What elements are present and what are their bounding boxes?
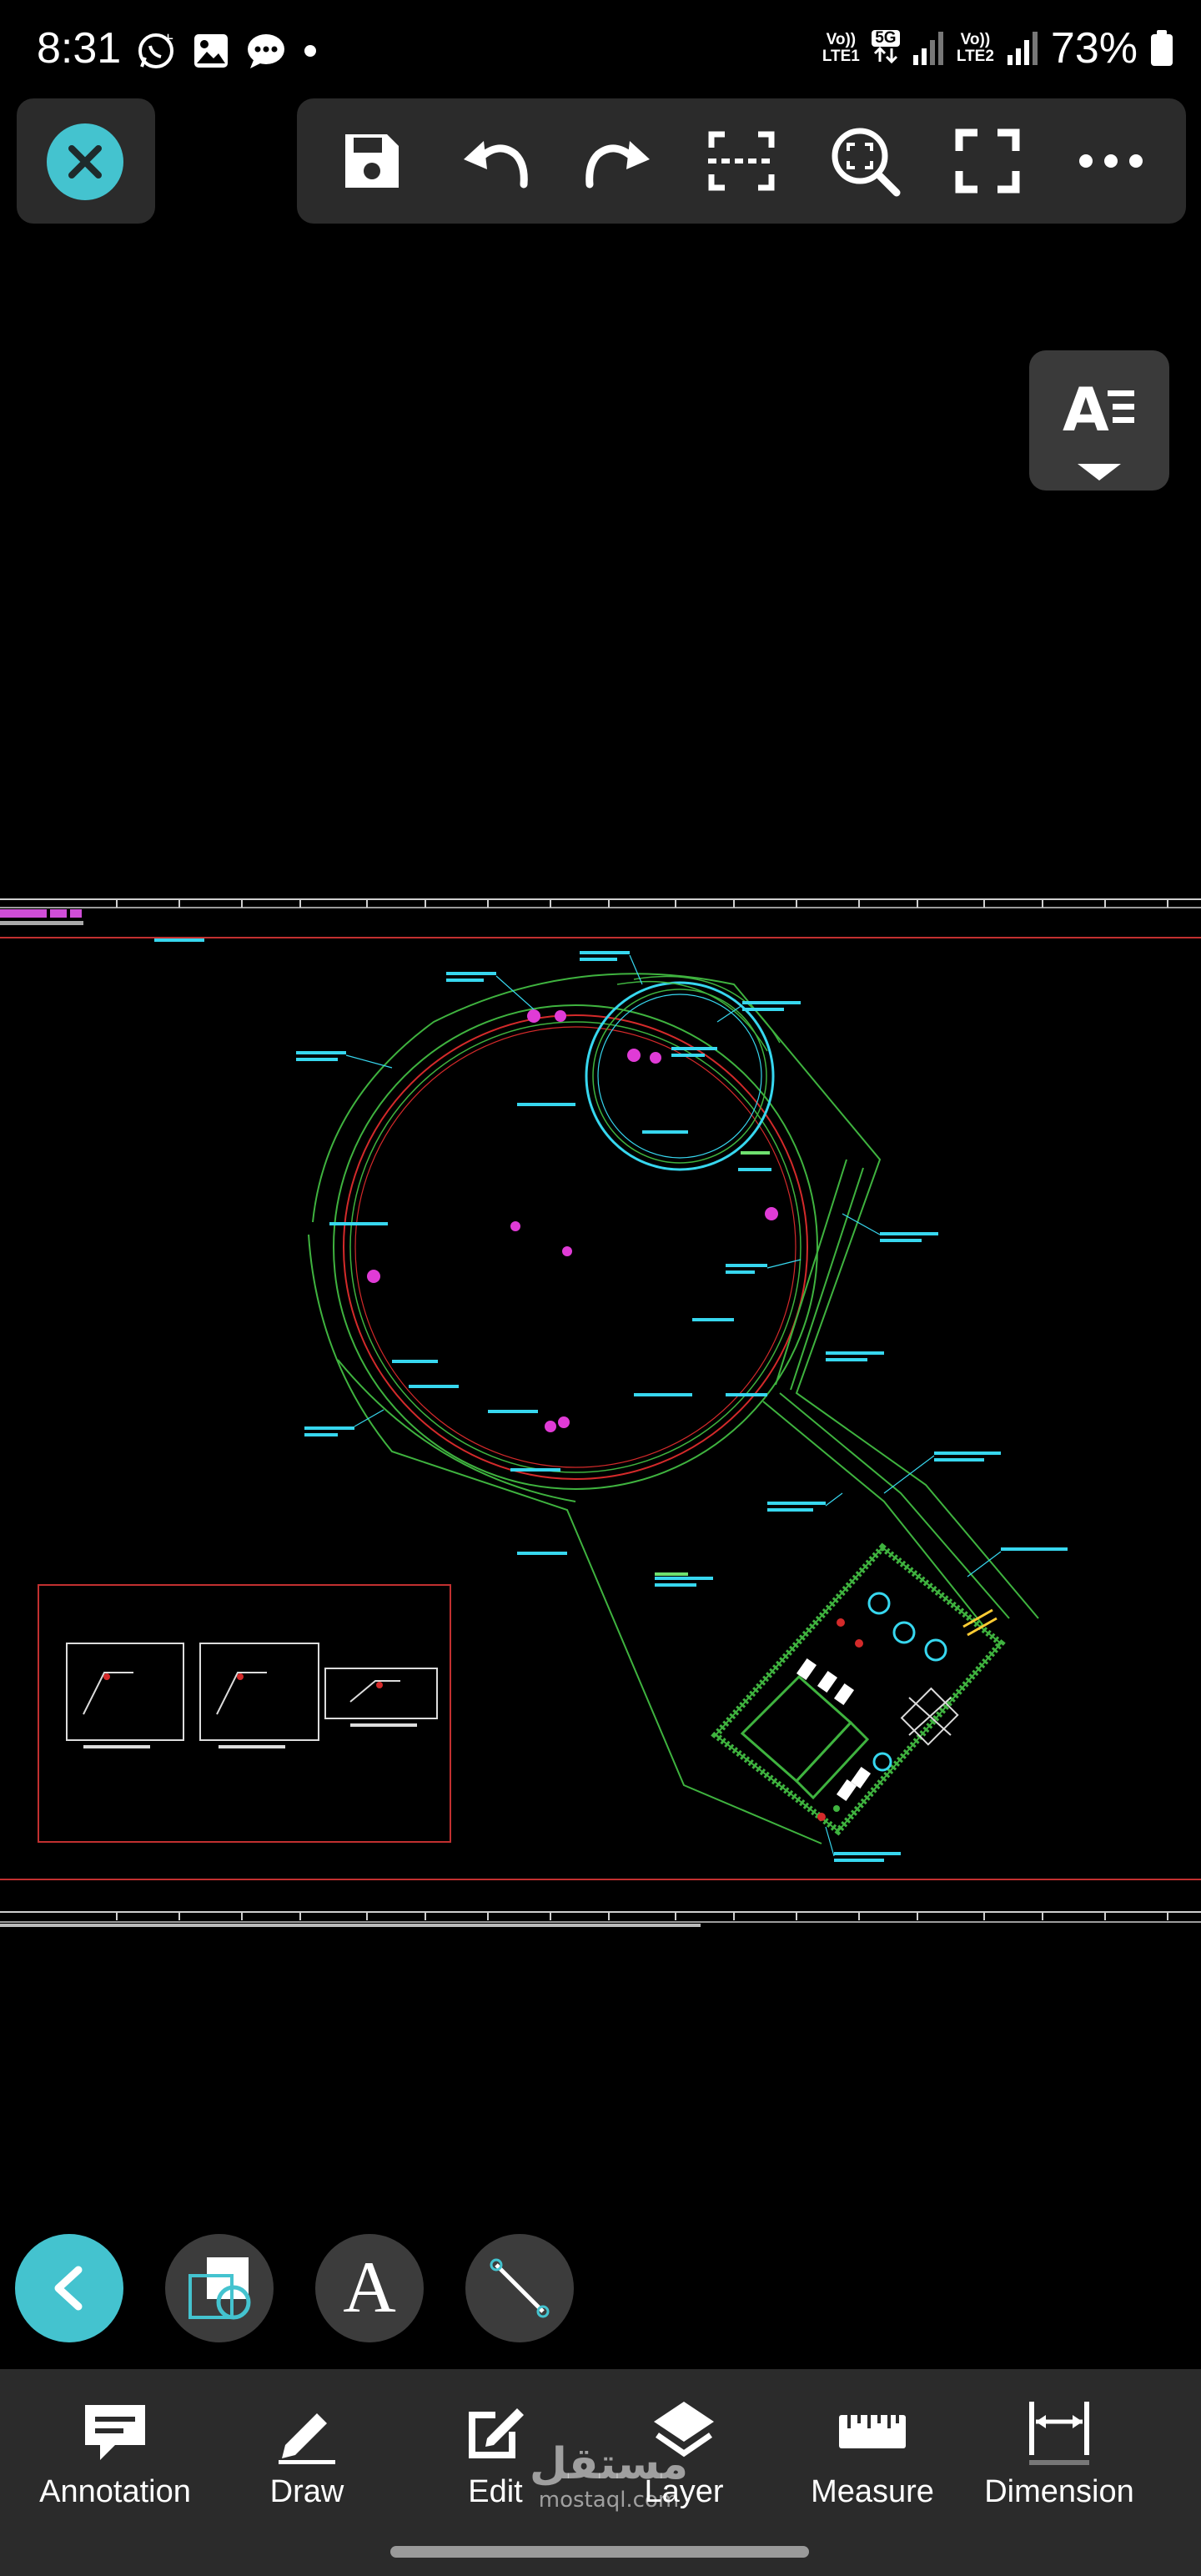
fullscreen-icon [955, 128, 1020, 194]
undo-icon [463, 141, 528, 189]
nav-measure[interactable]: Measure [781, 2394, 964, 2519]
watermark: مستقل mostaql.com [525, 2441, 692, 2513]
back-button[interactable] [15, 2234, 123, 2342]
chevron-left-icon [54, 2266, 83, 2311]
watermark-arabic: مستقل [529, 2439, 689, 2489]
line-tool-button[interactable] [465, 2234, 574, 2342]
status-right: Vo)) LTE1 5G Vo)) LTE2 73% [822, 23, 1174, 73]
text-tool-glyph: A [343, 2247, 396, 2328]
data-arrows-icon [873, 46, 897, 63]
signal2-icon [1007, 32, 1038, 65]
nav-draw-label: Draw [269, 2474, 344, 2509]
cad-drawing [0, 898, 1201, 1927]
text-style-button[interactable]: A [1029, 350, 1169, 491]
ruler-icon [839, 2415, 906, 2448]
watermark-latin: mostaql.com [538, 2488, 680, 2513]
nav-edit-label: Edit [468, 2474, 523, 2509]
scan-icon [707, 131, 775, 191]
dot-icon [304, 45, 316, 57]
status-time: 8:31 [37, 24, 122, 73]
redo-icon [585, 141, 651, 189]
nav-dimension[interactable]: Dimension [967, 2394, 1151, 2519]
dimension-icon [1029, 2402, 1089, 2465]
sim2-lte: LTE2 [956, 48, 994, 65]
battery-percent: 73% [1050, 24, 1138, 73]
pump-room [711, 1542, 1006, 1836]
home-indicator[interactable] [390, 2546, 809, 2558]
details-box [38, 1584, 451, 1843]
network-indicator: 5G [871, 29, 900, 68]
bottom-frame [0, 1879, 1201, 1927]
select-tool-button[interactable] [165, 2234, 274, 2342]
signal1-icon [912, 32, 943, 65]
text-tool-button[interactable]: A [315, 2234, 424, 2342]
scan-button[interactable] [696, 115, 787, 207]
select-shape-icon [188, 2257, 251, 2320]
fullscreen-button[interactable] [942, 115, 1033, 207]
svg-text:+: + [162, 30, 174, 48]
save-icon [344, 134, 399, 188]
annotation-icon [85, 2405, 145, 2460]
nav-annotation-label: Annotation [39, 2474, 191, 2509]
save-button[interactable] [326, 115, 418, 207]
sim1-volte: Vo)) [826, 31, 857, 48]
status-bar: 8:31 + Vo)) LTE1 5G Vo)) LTE2 73% [0, 0, 1201, 100]
zoom-fit-icon [832, 128, 901, 197]
line-icon [490, 2258, 550, 2318]
sim2-volte: Vo)) [960, 31, 991, 48]
gallery-icon [194, 34, 228, 68]
leader-lines [345, 954, 1002, 1857]
redo-button[interactable] [572, 115, 664, 207]
sim1-indicator: Vo)) LTE1 [822, 32, 860, 65]
nav-measure-label: Measure [811, 2474, 934, 2509]
close-icon [68, 145, 102, 179]
palm-trees [367, 1009, 778, 1432]
nav-annotation[interactable]: Annotation [23, 2394, 207, 2519]
pencil-icon [279, 2413, 335, 2464]
text-format-icon: A [1063, 375, 1134, 480]
notification-icons: + [135, 30, 319, 72]
top-toolbar [297, 98, 1186, 224]
sim2-indicator: Vo)) LTE2 [957, 32, 994, 65]
close-panel [17, 98, 155, 224]
edit-icon [469, 2408, 524, 2458]
nav-draw[interactable]: Draw [215, 2394, 399, 2519]
zoom-fit-button[interactable] [819, 115, 911, 207]
messages-icon [248, 34, 284, 68]
whatsapp-icon: + [138, 30, 174, 68]
drawing-canvas[interactable] [0, 893, 1201, 1935]
nav-dimension-label: Dimension [984, 2474, 1134, 2509]
main-circle-pool [333, 1004, 818, 1490]
svg-text:A: A [1063, 375, 1109, 445]
close-button[interactable] [47, 123, 123, 200]
top-frame [0, 898, 1201, 938]
more-icon [1079, 154, 1143, 168]
more-button[interactable] [1065, 115, 1157, 207]
sim1-lte: LTE1 [822, 48, 860, 65]
undo-button[interactable] [450, 115, 541, 207]
network-type: 5G [871, 29, 900, 47]
battery-icon [1151, 30, 1173, 66]
green-notes [655, 1151, 770, 1576]
